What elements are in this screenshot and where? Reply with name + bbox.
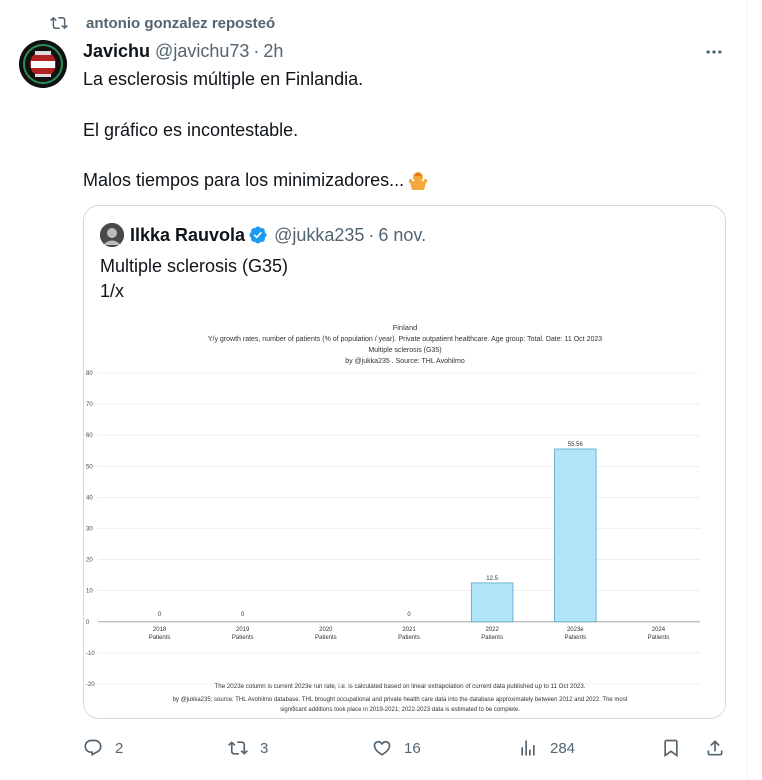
quoted-separator-dot: · (368, 224, 375, 245)
repost-action-icon (228, 741, 248, 755)
author-name[interactable]: Javichu (83, 41, 150, 62)
y-tick-label: -10 (86, 651, 95, 657)
bar-chart: Finland Y/y growth rates, number of pati… (86, 323, 700, 713)
x-tick-label-2023e: 2023e (567, 627, 584, 633)
timeline-border (747, 0, 748, 780)
y-tick-label: 70 (86, 402, 93, 408)
x-tick-sublabel: Patients (315, 635, 337, 641)
chart-title: Finland (393, 323, 418, 332)
chart-subtitle-3: by @jukka235 . Source: THL Avohilmo (345, 358, 465, 365)
tweet-text-line-3: Malos tiempos para los minimizadores... (83, 168, 723, 192)
quoted-tweet-header: Ilkka Rauvola @jukka235 · 6 nov. (100, 223, 426, 247)
chart-footnote-3: significant additions took place in 2019… (280, 707, 520, 713)
chart-footnote-2: by @jukka235; source: THL Avohilmo datab… (173, 697, 628, 703)
tweet-text-line-1: La esclerosis múltiple en Finlandia. (83, 69, 364, 89)
y-tick-label: 10 (86, 589, 93, 595)
repost-indicator[interactable]: antonio gonzalez reposteó (50, 12, 275, 34)
x-tick-sublabel: Patients (232, 635, 254, 641)
more-options-button[interactable] (702, 40, 726, 64)
tweet-header: Javichu @javichu73 · 2h (83, 40, 283, 62)
bookmark-icon (664, 739, 678, 758)
data-label-2022: 12.5 (486, 576, 498, 582)
like-count: 16 (404, 739, 421, 757)
author-handle[interactable]: @javichu73 (155, 41, 249, 62)
chart-subtitle-2: Multiple sclerosis (G35) (368, 347, 441, 354)
quoted-avatar (100, 223, 124, 247)
y-tick-label: 80 (86, 371, 93, 377)
repost-count: 3 (260, 739, 269, 757)
y-tick-label: -20 (86, 682, 95, 688)
quoted-tweet-card[interactable]: Ilkka Rauvola @jukka235 · 6 nov. Multipl… (83, 205, 726, 719)
share-button[interactable] (705, 736, 725, 760)
action-bar: 2 3 16 284 (0, 736, 747, 760)
y-tick-label: 60 (86, 433, 93, 439)
reply-icon (84, 739, 102, 757)
more-icon (706, 50, 722, 54)
reply-button[interactable]: 2 (83, 736, 123, 760)
data-label-2023e: 55.56 (568, 442, 584, 448)
quoted-author-handle: @jukka235 (274, 224, 365, 245)
data-label-2018: 0 (158, 612, 162, 618)
views-chart-icon (521, 740, 535, 756)
avatar[interactable] (19, 40, 67, 88)
share-icon (707, 740, 723, 756)
x-tick-label-2018: 2018 (153, 627, 167, 633)
separator-dot: · (253, 40, 260, 61)
x-tick-sublabel: Patients (398, 635, 420, 641)
tweet-time[interactable]: 2h (263, 41, 283, 62)
views-button[interactable]: 284 (518, 736, 575, 760)
quoted-text-line-1: Multiple sclerosis (G35) (100, 256, 289, 276)
repost-icon (50, 16, 68, 30)
quoted-date: 6 nov. (378, 224, 427, 245)
bar-2022 (470, 582, 514, 623)
y-tick-label: 50 (86, 464, 93, 470)
chart-image: Finland Y/y growth rates, number of pati… (84, 316, 725, 718)
y-tick-label: 20 (86, 558, 93, 564)
avatar-logo (19, 40, 67, 88)
x-tick-sublabel: Patients (481, 635, 503, 641)
tweet-text-line-2: El gráfico es incontestable. (83, 120, 299, 140)
data-label-2021: 0 (407, 612, 411, 618)
heart-icon (373, 740, 391, 756)
data-label-2019: 0 (241, 612, 245, 618)
like-button[interactable]: 16 (372, 736, 421, 760)
chart-footnote-1: The 2023e column is current 2023e run ra… (214, 683, 585, 690)
person-shrugging-emoji-icon (409, 172, 428, 190)
y-tick-label: 40 (86, 495, 93, 501)
repost-button[interactable]: 3 (228, 736, 268, 760)
x-tick-sublabel: Patients (149, 635, 171, 641)
y-tick-label: 30 (86, 527, 93, 533)
bar-2023e (554, 448, 597, 623)
repost-text: antonio gonzalez reposteó (86, 14, 276, 32)
bookmark-button[interactable] (661, 736, 681, 760)
quoted-text-line-2: 1/x (100, 281, 125, 301)
x-tick-sublabel: Patients (564, 635, 586, 641)
verified-badge-icon (249, 226, 267, 244)
x-tick-label-2020: 2020 (319, 627, 333, 633)
x-tick-label-2022: 2022 (485, 627, 499, 633)
x-tick-label-2019: 2019 (236, 627, 250, 633)
views-count: 284 (550, 739, 576, 757)
chart-subtitle-1: Y/y growth rates, number of patients (% … (208, 336, 602, 343)
tweet-text-line-3-text: Malos tiempos para los minimizadores... (83, 170, 405, 190)
x-tick-label-2024: 2024 (652, 627, 666, 633)
x-tick-label-2021: 2021 (402, 627, 416, 633)
x-tick-sublabel: Patients (648, 635, 670, 641)
quoted-author-name: Ilkka Rauvola (130, 224, 246, 245)
reply-count: 2 (115, 739, 124, 757)
y-tick-label: 0 (86, 620, 90, 626)
